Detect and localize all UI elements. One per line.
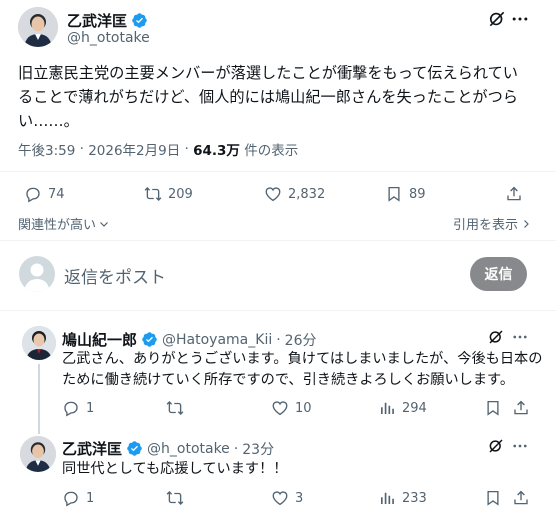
reply-submit-button[interactable]: 返信 — [470, 257, 527, 291]
reply-share-button[interactable] — [512, 399, 530, 417]
more-icon[interactable] — [510, 9, 530, 29]
repost-count: 209 — [168, 186, 193, 202]
reply-input[interactable]: 返信をポスト — [64, 263, 166, 288]
reply-count: 1 — [86, 490, 95, 506]
reply-time[interactable]: 26分 — [285, 330, 317, 350]
verified-badge-icon — [127, 441, 142, 456]
more-icon[interactable] — [511, 437, 529, 455]
reply-header: 乙武洋匡 @h_ototake · 23分 — [62, 438, 275, 459]
reply-views-button[interactable]: 294 — [378, 399, 427, 417]
sort-relevance-label: 関連性が高い — [18, 218, 97, 233]
views-count: 233 — [402, 490, 427, 506]
reply-bookmark-button[interactable] — [484, 489, 502, 507]
divider — [0, 240, 556, 241]
post-meta: 午後3:59 · 2026年2月9日 · 64.3万 件の表示 — [18, 139, 299, 159]
views-suffix: 件の表示 — [244, 143, 299, 159]
reply-icon — [26, 187, 40, 203]
author-handle[interactable]: @h_ototake — [67, 30, 150, 46]
bookmark-icon — [388, 186, 400, 202]
bookmark-icon — [487, 400, 499, 416]
post-body: 旧立憲民主党の主要メンバーが落選したことが衝撃をもって伝えられてい ることで薄れ… — [18, 61, 543, 133]
divider — [0, 171, 556, 172]
grok-icon[interactable] — [487, 9, 507, 29]
reply-header: 鳩山紀一郎 @Hatoyama_Kii · 26分 — [62, 329, 317, 350]
repost-icon — [144, 187, 162, 201]
bookmark-button[interactable]: 89 — [385, 185, 426, 203]
reply-button[interactable]: 74 — [24, 185, 65, 203]
author-avatar[interactable] — [18, 7, 58, 47]
share-icon — [514, 400, 528, 415]
post-body-line: ることで薄れがちだけど、個人的には鳩山紀一郎さんを失ったことがつら — [18, 88, 518, 106]
reply-icon — [64, 491, 78, 507]
reply-author-name[interactable]: 乙武洋匡 — [62, 438, 122, 459]
like-icon — [272, 401, 288, 416]
post-body-line: 旧立憲民主党の主要メンバーが落選したことが衝撃をもって伝えられてい — [18, 64, 518, 82]
reply-repost-button[interactable] — [166, 399, 190, 417]
repost-icon — [166, 401, 184, 415]
views-count: 294 — [402, 400, 427, 416]
reply-author-handle[interactable]: @Hatoyama_Kii — [162, 332, 272, 348]
reply-body-line: ために働き続けていく所存ですので、引き続きよろしくお願いします。 — [62, 372, 515, 388]
sort-relevance-button[interactable]: 関連性が高い — [18, 214, 110, 233]
more-icon[interactable] — [511, 328, 529, 346]
like-count: 3 — [295, 490, 304, 506]
chevron-down-icon — [100, 221, 108, 227]
reply-body-line: 同世代としても応援しています！！ — [62, 461, 288, 477]
grok-icon[interactable] — [487, 437, 505, 455]
reply-time[interactable]: 23分 — [242, 439, 274, 459]
post-body-line: い……。 — [18, 112, 79, 130]
verified-badge-icon — [142, 332, 157, 347]
reply-author-avatar[interactable] — [20, 436, 56, 472]
share-icon — [514, 490, 528, 505]
post-time[interactable]: 午後3:59 — [18, 139, 75, 159]
author-name[interactable]: 乙武洋匡 — [67, 10, 127, 31]
repost-icon — [166, 491, 184, 505]
like-count: 10 — [295, 400, 312, 416]
reply-repost-button[interactable] — [166, 489, 190, 507]
post-detail-page: 乙武洋匡 @h_ototake 旧立憲民主党の主要メンバーが落選したことが衝撃を… — [0, 0, 556, 520]
grok-icon[interactable] — [487, 328, 505, 346]
reply-like-button[interactable]: 3 — [271, 489, 303, 507]
reply-bookmark-button[interactable] — [484, 399, 502, 417]
divider — [0, 310, 556, 311]
bookmark-icon — [487, 490, 499, 506]
views-count: 64.3万 — [193, 143, 240, 159]
like-icon — [265, 187, 281, 202]
reply-body: 乙武さん、ありがとうございます。負けてはしまいましたが、今後も日本の ために働き… — [62, 349, 542, 391]
thread-line — [38, 364, 40, 434]
reply-count: 74 — [48, 186, 65, 202]
view-quotes-button[interactable]: 引用を表示 — [453, 214, 532, 233]
post-date[interactable]: 2026年2月9日 — [88, 139, 180, 159]
share-icon — [507, 186, 521, 201]
user-avatar[interactable] — [19, 256, 55, 292]
repost-button[interactable]: 209 — [144, 185, 193, 203]
reply-count: 1 — [86, 400, 95, 416]
verified-badge-icon — [132, 13, 147, 28]
views-icon — [381, 402, 394, 414]
reply-reply-button[interactable]: 1 — [62, 399, 94, 417]
reply-like-button[interactable]: 10 — [271, 399, 312, 417]
reply-author-handle[interactable]: @h_ototake — [147, 441, 230, 457]
bookmark-count: 89 — [409, 186, 426, 202]
reply-reply-button[interactable]: 1 — [62, 489, 94, 507]
views-icon — [381, 492, 394, 504]
reply-body-line: 乙武さん、ありがとうございます。負けてはしまいましたが、今後も日本の — [62, 351, 543, 367]
chevron-right-icon — [524, 219, 529, 228]
author-name-row: 乙武洋匡 — [67, 10, 148, 31]
view-quotes-label: 引用を表示 — [453, 218, 519, 233]
share-button[interactable] — [505, 185, 523, 203]
reply-views-button[interactable]: 233 — [378, 489, 427, 507]
like-button[interactable]: 2,832 — [264, 185, 325, 203]
like-icon — [272, 491, 288, 506]
reply-author-avatar[interactable] — [22, 326, 56, 360]
like-count: 2,832 — [288, 186, 326, 202]
reply-icon — [64, 401, 78, 417]
reply-author-name[interactable]: 鳩山紀一郎 — [62, 329, 137, 350]
reply-share-button[interactable] — [512, 489, 530, 507]
